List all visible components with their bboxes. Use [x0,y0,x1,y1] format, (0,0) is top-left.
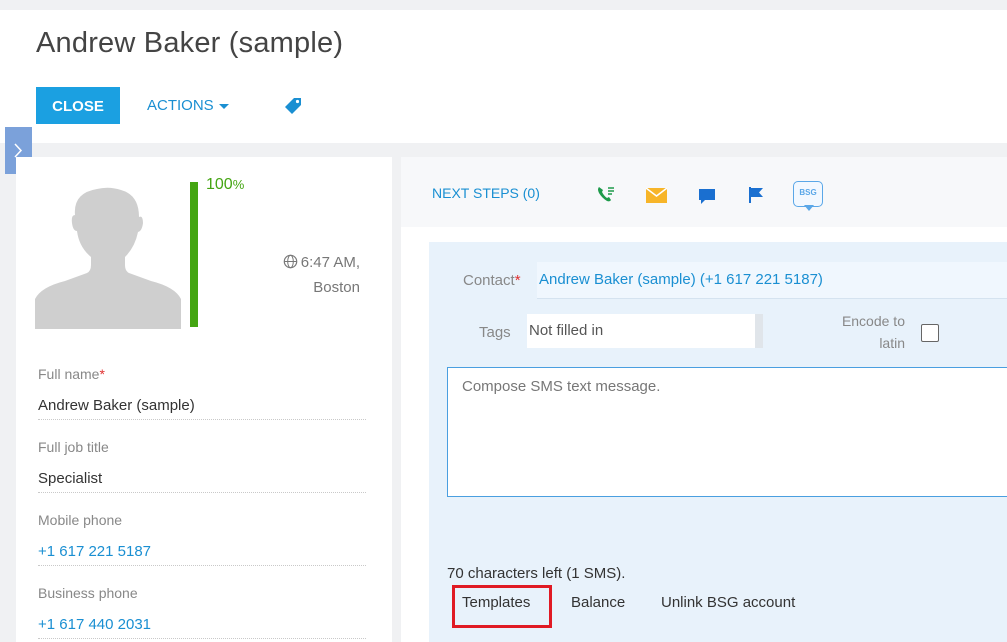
local-time-value: 6:47 AM, [300,254,360,271]
close-button[interactable]: CLOSE [36,87,120,124]
contact-profile-panel: 100% 6:47 AM, Boston Full name* Andrew B… [16,157,392,642]
page-header: Andrew Baker (sample) CLOSE ACTIONS [0,5,1007,143]
job-title-value[interactable]: Specialist [38,470,366,493]
encode-to-latin-label: Encode to latin [841,313,905,351]
page-title: Andrew Baker (sample) [36,27,344,59]
phone-icon[interactable] [596,185,616,208]
caret-down-icon [218,103,229,109]
full-name-value[interactable]: Andrew Baker (sample) [38,397,366,420]
encode-to-latin-checkbox[interactable] [921,324,939,342]
tab-next-steps[interactable]: NEXT STEPS (0) [432,185,540,201]
sms-message-input[interactable] [447,367,1007,497]
email-icon[interactable] [645,187,668,208]
activity-panel: NEXT STEPS (0) BSG Contact* Andrew Baker… [401,157,1007,642]
templates-highlight-box [452,585,552,628]
business-phone-label: Business phone [38,585,138,601]
header-top-border [0,5,1007,10]
actions-dropdown-button[interactable]: ACTIONS [147,97,229,114]
profile-completeness-value: 100% [206,176,245,193]
mobile-phone-label: Mobile phone [38,512,123,528]
contact-value[interactable]: Andrew Baker (sample) (+1 617 221 5187) [539,271,823,288]
actions-label: ACTIONS [147,97,214,114]
tags-value: Not filled in [529,322,604,339]
sms-compose-panel: Contact* Andrew Baker (sample) (+1 617 2… [429,242,1007,642]
balance-link[interactable]: Balance [571,594,625,611]
bsg-sms-icon-tail [804,205,814,211]
bsg-sms-icon[interactable]: BSG [793,181,823,207]
full-name-label: Full name* [38,366,105,382]
unlink-bsg-account-link[interactable]: Unlink BSG account [661,594,795,611]
characters-left-counter: 70 characters left (1 SMS). [447,565,626,582]
contact-field[interactable]: Andrew Baker (sample) (+1 617 221 5187) [537,262,1007,299]
job-title-label: Full job title [38,439,109,455]
tags-label: Tags [479,324,511,341]
globe-icon [283,253,298,276]
tag-icon[interactable] [284,97,302,120]
contact-label: Contact* [463,272,521,289]
business-phone-value[interactable]: +1 617 440 2031 [38,616,366,639]
local-time: 6:47 AM, Boston [236,251,360,299]
mobile-phone-value[interactable]: +1 617 221 5187 [38,543,366,566]
local-city: Boston [313,279,360,296]
tabs-bar: NEXT STEPS (0) BSG [401,157,1007,227]
profile-completeness-bar [190,182,198,327]
flag-icon[interactable] [748,186,764,209]
contact-photo[interactable] [35,187,181,334]
tags-field[interactable]: Not filled in [527,314,763,348]
chat-icon[interactable] [698,188,716,210]
